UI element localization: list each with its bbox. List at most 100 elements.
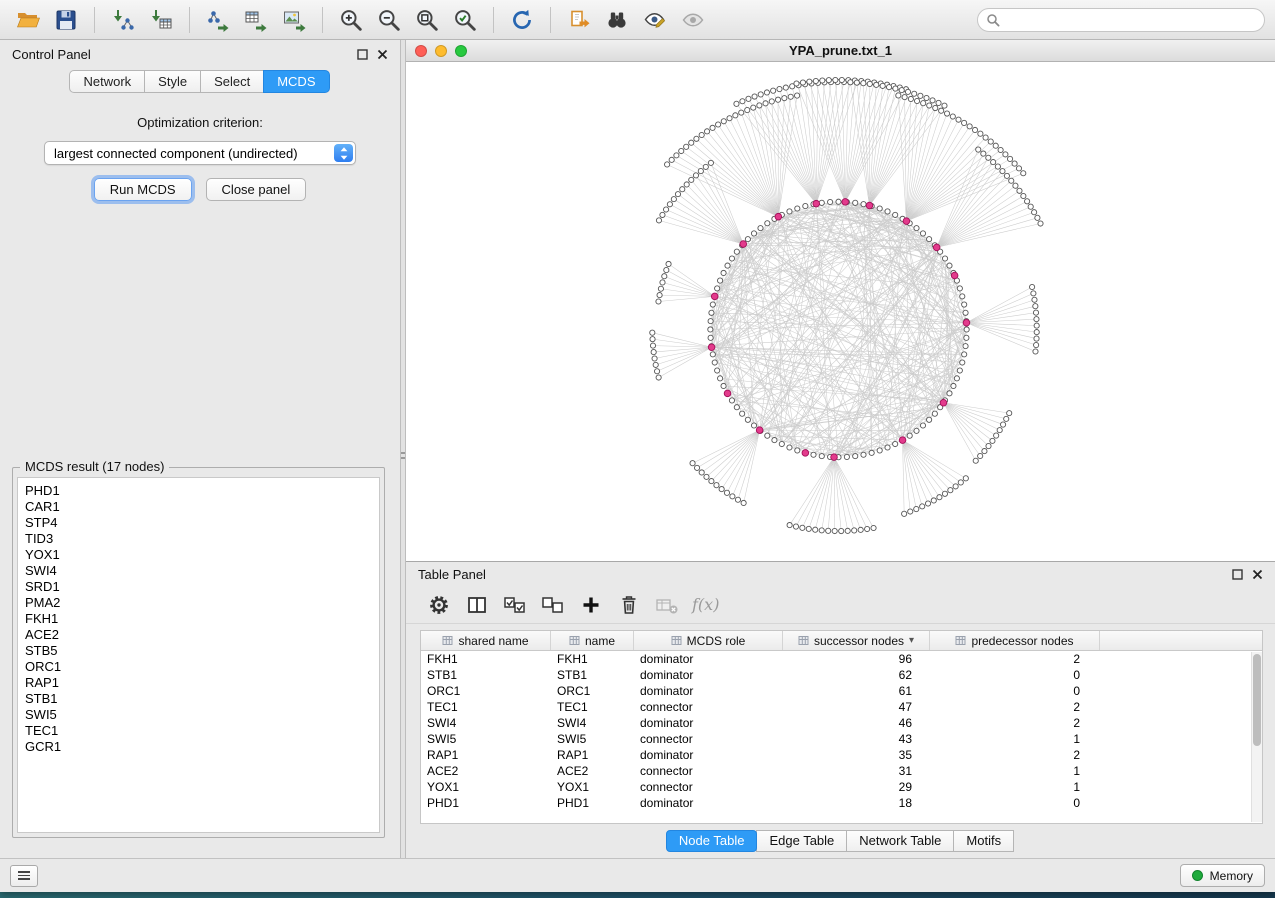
close-panel-button[interactable]: Close panel xyxy=(206,178,307,201)
cell-filler[interactable] xyxy=(1100,795,1262,811)
cell-successor-nodes[interactable]: 35 xyxy=(783,747,930,763)
column-header-name[interactable]: name xyxy=(551,631,634,650)
optimization-dropdown[interactable]: largest connected component (undirected) xyxy=(44,141,356,165)
show-hide-graphics-button[interactable] xyxy=(637,5,673,35)
search-box[interactable] xyxy=(977,8,1265,32)
cell-predecessor-nodes[interactable]: 0 xyxy=(930,667,1100,683)
select-all-columns-button[interactable] xyxy=(498,590,532,620)
network-canvas[interactable] xyxy=(406,62,1275,561)
cell-name[interactable]: ACE2 xyxy=(551,763,634,779)
result-item[interactable]: YOX1 xyxy=(18,547,379,563)
float-panel-icon[interactable] xyxy=(357,49,368,60)
cell-shared-name[interactable]: PHD1 xyxy=(421,795,551,811)
cell-mcds-role[interactable]: dominator xyxy=(634,683,783,699)
cell-predecessor-nodes[interactable]: 0 xyxy=(930,795,1100,811)
result-item[interactable]: FKH1 xyxy=(18,611,379,627)
tab-motifs[interactable]: Motifs xyxy=(953,830,1014,852)
zoom-fit-button[interactable] xyxy=(409,5,445,35)
cell-name[interactable]: ORC1 xyxy=(551,683,634,699)
delete-column-button[interactable] xyxy=(612,590,646,620)
cell-filler[interactable] xyxy=(1100,683,1262,699)
cell-predecessor-nodes[interactable]: 1 xyxy=(930,763,1100,779)
cell-successor-nodes[interactable]: 96 xyxy=(783,651,930,667)
sort-chevron-icon[interactable]: ▾ xyxy=(909,635,914,646)
cell-predecessor-nodes[interactable]: 2 xyxy=(930,651,1100,667)
cell-successor-nodes[interactable]: 31 xyxy=(783,763,930,779)
result-item[interactable]: PHD1 xyxy=(18,483,379,499)
cell-filler[interactable] xyxy=(1100,715,1262,731)
cell-filler[interactable] xyxy=(1100,779,1262,795)
result-item[interactable]: SRD1 xyxy=(18,579,379,595)
table-row[interactable]: FKH1FKH1dominator962 xyxy=(421,651,1262,667)
table-row[interactable]: SWI5SWI5connector431 xyxy=(421,731,1262,747)
minimize-window-button[interactable] xyxy=(435,45,447,57)
export-table-button[interactable] xyxy=(238,5,274,35)
result-item[interactable]: STB1 xyxy=(18,691,379,707)
table-row[interactable]: ORC1ORC1dominator610 xyxy=(421,683,1262,699)
table-row[interactable]: YOX1YOX1connector291 xyxy=(421,779,1262,795)
search-input[interactable] xyxy=(1005,13,1256,27)
result-item[interactable]: PMA2 xyxy=(18,595,379,611)
column-header-successor-nodes[interactable]: successor nodes▾ xyxy=(783,631,930,650)
zoom-out-button[interactable] xyxy=(371,5,407,35)
cell-successor-nodes[interactable]: 29 xyxy=(783,779,930,795)
result-item[interactable]: CAR1 xyxy=(18,499,379,515)
cell-predecessor-nodes[interactable]: 2 xyxy=(930,715,1100,731)
cell-shared-name[interactable]: FKH1 xyxy=(421,651,551,667)
cell-predecessor-nodes[interactable]: 1 xyxy=(930,779,1100,795)
preview-button[interactable] xyxy=(675,5,711,35)
cell-successor-nodes[interactable]: 62 xyxy=(783,667,930,683)
cell-name[interactable]: YOX1 xyxy=(551,779,634,795)
result-item[interactable]: SWI5 xyxy=(18,707,379,723)
cell-shared-name[interactable]: TEC1 xyxy=(421,699,551,715)
cell-predecessor-nodes[interactable]: 0 xyxy=(930,683,1100,699)
cell-shared-name[interactable]: ORC1 xyxy=(421,683,551,699)
table-row[interactable]: ACE2ACE2connector311 xyxy=(421,763,1262,779)
table-settings-button[interactable] xyxy=(422,590,456,620)
close-panel-icon[interactable] xyxy=(1252,569,1263,580)
cell-shared-name[interactable]: RAP1 xyxy=(421,747,551,763)
cell-mcds-role[interactable]: dominator xyxy=(634,747,783,763)
save-button[interactable] xyxy=(48,5,84,35)
cell-shared-name[interactable]: SWI5 xyxy=(421,731,551,747)
tab-select[interactable]: Select xyxy=(200,70,264,93)
tab-style[interactable]: Style xyxy=(144,70,201,93)
close-window-button[interactable] xyxy=(415,45,427,57)
cell-filler[interactable] xyxy=(1100,731,1262,747)
cell-mcds-role[interactable]: connector xyxy=(634,731,783,747)
find-button[interactable] xyxy=(599,5,635,35)
memory-button[interactable]: Memory xyxy=(1180,864,1265,887)
tab-network[interactable]: Network xyxy=(69,70,145,93)
export-network-button[interactable] xyxy=(200,5,236,35)
result-item[interactable]: RAP1 xyxy=(18,675,379,691)
zoom-window-button[interactable] xyxy=(455,45,467,57)
export-image-button[interactable] xyxy=(276,5,312,35)
result-item[interactable]: ORC1 xyxy=(18,659,379,675)
cell-predecessor-nodes[interactable]: 2 xyxy=(930,747,1100,763)
table-row[interactable]: PHD1PHD1dominator180 xyxy=(421,795,1262,811)
cell-shared-name[interactable]: YOX1 xyxy=(421,779,551,795)
cell-filler[interactable] xyxy=(1100,747,1262,763)
scrollbar-thumb[interactable] xyxy=(1253,654,1261,746)
cell-filler[interactable] xyxy=(1100,667,1262,683)
tab-edge-table[interactable]: Edge Table xyxy=(756,830,847,852)
table-row[interactable]: TEC1TEC1connector472 xyxy=(421,699,1262,715)
table-row[interactable]: RAP1RAP1dominator352 xyxy=(421,747,1262,763)
run-mcds-button[interactable]: Run MCDS xyxy=(94,178,192,201)
cell-name[interactable]: STB1 xyxy=(551,667,634,683)
cell-filler[interactable] xyxy=(1100,651,1262,667)
unselect-all-columns-button[interactable] xyxy=(536,590,570,620)
cell-mcds-role[interactable]: connector xyxy=(634,763,783,779)
float-panel-icon[interactable] xyxy=(1232,569,1243,580)
mcds-result-list[interactable]: PHD1CAR1STP4TID3YOX1SWI4SRD1PMA2FKH1ACE2… xyxy=(17,477,380,833)
cell-successor-nodes[interactable]: 43 xyxy=(783,731,930,747)
cell-predecessor-nodes[interactable]: 1 xyxy=(930,731,1100,747)
column-header-predecessor-nodes[interactable]: predecessor nodes xyxy=(930,631,1100,650)
table-row[interactable]: STB1STB1dominator620 xyxy=(421,667,1262,683)
table-scrollbar[interactable] xyxy=(1251,652,1262,822)
tab-network-table[interactable]: Network Table xyxy=(846,830,954,852)
table-row[interactable]: SWI4SWI4dominator462 xyxy=(421,715,1262,731)
result-item[interactable]: GCR1 xyxy=(18,739,379,755)
close-panel-icon[interactable] xyxy=(377,49,388,60)
cell-predecessor-nodes[interactable]: 2 xyxy=(930,699,1100,715)
